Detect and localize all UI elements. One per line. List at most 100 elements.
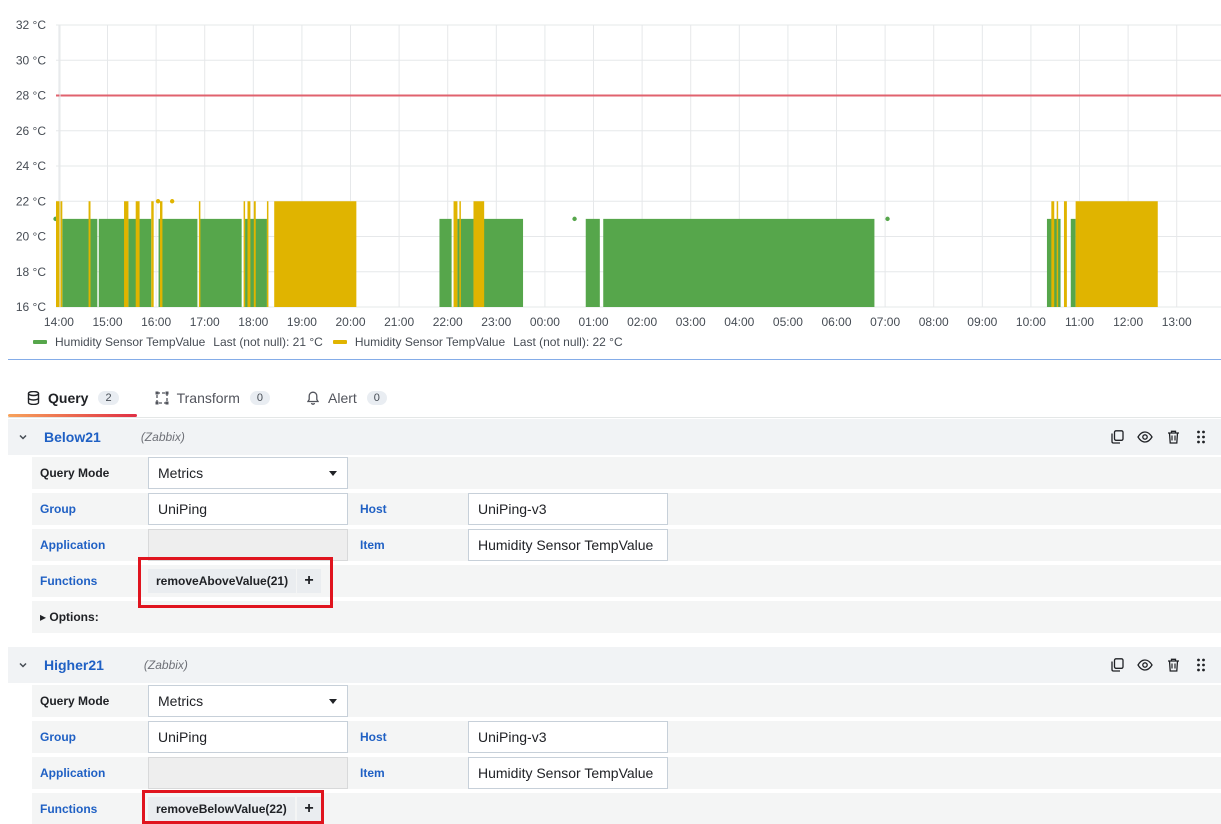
series-2-area-segment xyxy=(56,201,63,307)
series-1-area-segment xyxy=(481,218,524,307)
series-2-area-segment xyxy=(1079,201,1158,307)
y-tick-label: 22 °C xyxy=(16,194,46,208)
query-header[interactable]: Below21 (Zabbix) xyxy=(8,419,1221,455)
graph-panel: 16 °C 18 °C 20 °C 22 °C 24 °C 26 °C 28 °C 30 °C… xyxy=(0,0,1221,335)
query-mode-select[interactable]: Metrics xyxy=(148,457,348,489)
query-mode-value: Metrics xyxy=(158,693,204,709)
group-input[interactable]: UniPing xyxy=(148,721,348,753)
query-actions xyxy=(1103,419,1215,455)
item-label: Item xyxy=(352,529,464,561)
group-label: Group xyxy=(32,493,144,525)
tab-transform[interactable]: Transform 0 xyxy=(137,380,288,416)
x-tick-label: 22:00 xyxy=(433,315,463,329)
series-2-area-segment xyxy=(1063,201,1067,307)
series-2-area-segment xyxy=(1051,201,1055,307)
query-name[interactable]: Below21 xyxy=(44,429,101,445)
chevron-down-icon[interactable] xyxy=(8,432,38,442)
drag-handle-icon[interactable] xyxy=(1187,658,1215,672)
item-value: Humidity Sensor TempValue xyxy=(478,765,654,781)
application-label: Application xyxy=(32,757,144,789)
series-2-area-segment xyxy=(1075,201,1080,307)
x-tick-label: 13:00 xyxy=(1162,315,1192,329)
chart-legend: Humidity Sensor TempValue Last (not null… xyxy=(33,334,633,350)
x-tick-label: 09:00 xyxy=(967,315,997,329)
trash-icon[interactable] xyxy=(1159,430,1187,444)
item-label: Item xyxy=(352,757,464,789)
series-2-area-segment xyxy=(247,201,251,307)
x-tick-label: 12:00 xyxy=(1113,315,1143,329)
functions-label: Functions xyxy=(32,565,144,597)
options-toggle[interactable]: ▸ Options: xyxy=(40,601,99,633)
series-2-area-segment xyxy=(151,201,154,307)
tab-alert-label: Alert xyxy=(328,390,357,406)
query-datasource: (Zabbix) xyxy=(143,658,188,672)
highlight-box-function-2 xyxy=(142,790,324,824)
y-tick-label: 24 °C xyxy=(16,159,46,173)
tab-query[interactable]: Query 2 xyxy=(8,380,137,417)
panel-divider xyxy=(8,359,1221,360)
x-tick-label: 10:00 xyxy=(1016,315,1046,329)
item-input[interactable]: Humidity Sensor TempValue xyxy=(468,529,668,561)
series-1-area-segment xyxy=(1070,218,1076,307)
query-datasource: (Zabbix) xyxy=(140,430,185,444)
series-2-area-segment xyxy=(135,201,140,307)
eye-icon[interactable] xyxy=(1131,431,1159,443)
query-mode-label: Query Mode xyxy=(32,685,144,717)
options-label: Options: xyxy=(49,610,99,624)
application-item-row: Application Item Humidity Sensor TempVal… xyxy=(32,757,1221,789)
item-input[interactable]: Humidity Sensor TempValue xyxy=(468,757,668,789)
series-1-area-segment xyxy=(585,218,600,307)
series-1-area-segment xyxy=(128,218,152,307)
tab-transform-label: Transform xyxy=(176,390,240,406)
query-name[interactable]: Higher21 xyxy=(44,657,104,673)
y-tick-label: 26 °C xyxy=(16,124,46,138)
series-1-area-segment xyxy=(62,218,98,307)
application-input[interactable] xyxy=(148,757,348,789)
tab-alert-count: 0 xyxy=(366,391,387,405)
query-mode-select[interactable]: Metrics xyxy=(148,685,348,717)
legend-swatch-yellow xyxy=(332,340,347,344)
series-1-area-segment xyxy=(603,218,875,307)
series-2-area-segment xyxy=(274,201,357,307)
series-2-point xyxy=(155,199,161,204)
tab-alert[interactable]: Alert 0 xyxy=(288,380,405,416)
drag-handle-icon[interactable] xyxy=(1187,430,1215,444)
x-tick-label: 17:00 xyxy=(190,315,220,329)
query-actions xyxy=(1103,647,1215,683)
y-tick-label: 28 °C xyxy=(16,89,46,103)
y-tick-label: 20 °C xyxy=(16,230,46,244)
duplicate-icon[interactable] xyxy=(1103,658,1131,672)
trash-icon[interactable] xyxy=(1159,658,1187,672)
y-tick-label: 30 °C xyxy=(16,53,46,67)
series-2-area-segment xyxy=(243,201,246,307)
highlight-box-function-1 xyxy=(138,557,333,608)
tab-transform-count: 0 xyxy=(249,391,270,405)
y-tick-label: 32 °C xyxy=(16,18,46,32)
series-2-area-segment xyxy=(266,201,269,307)
host-input[interactable]: UniPing-v3 xyxy=(468,721,668,753)
query-header[interactable]: Higher21 (Zabbix) xyxy=(8,647,1221,683)
series-1-area-segment xyxy=(439,218,452,307)
legend-item-series-2[interactable]: Humidity Sensor TempValue Last (not null… xyxy=(332,335,623,349)
query-mode-row: Query Mode Metrics xyxy=(32,685,1221,717)
series-2-area-segment xyxy=(1056,201,1059,307)
functions-label: Functions xyxy=(32,793,144,824)
host-label: Host xyxy=(352,493,464,525)
group-value: UniPing xyxy=(158,501,208,517)
y-tick-label: 16 °C xyxy=(16,300,46,314)
duplicate-icon[interactable] xyxy=(1103,430,1131,444)
x-tick-label: 04:00 xyxy=(724,315,754,329)
group-input[interactable]: UniPing xyxy=(148,493,348,525)
host-input[interactable]: UniPing-v3 xyxy=(468,493,668,525)
eye-icon[interactable] xyxy=(1131,659,1159,671)
group-host-row: Group UniPing Host UniPing-v3 xyxy=(32,493,1221,525)
series-1-area-segment xyxy=(199,218,242,307)
legend-item-series-1[interactable]: Humidity Sensor TempValue Last (not null… xyxy=(33,335,323,349)
series-2-area-segment xyxy=(453,201,458,307)
legend-series-name: Humidity Sensor TempValue xyxy=(354,335,506,349)
x-tick-label: 00:00 xyxy=(530,315,560,329)
group-label: Group xyxy=(32,721,144,753)
series-2-area-segment xyxy=(459,201,461,307)
series-1-point xyxy=(572,216,577,222)
chevron-down-icon[interactable] xyxy=(8,660,38,670)
